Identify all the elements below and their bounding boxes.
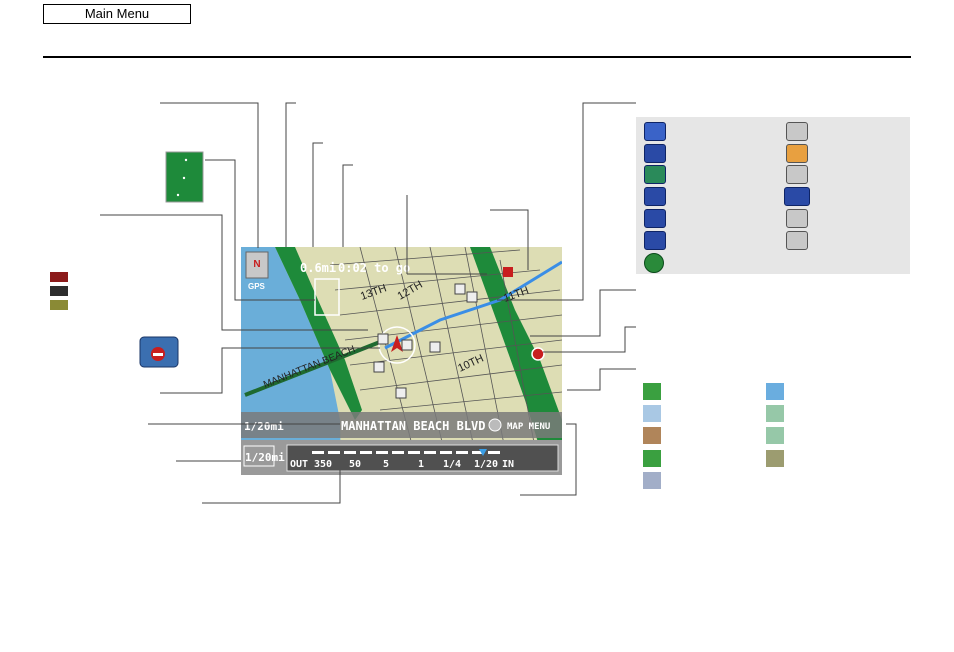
destination-flag-icon	[531, 347, 545, 361]
zoom-level-5: 1/4	[443, 459, 461, 470]
zoom-level-2: 50	[349, 459, 361, 470]
map-menu-label: MAP MENU	[507, 422, 550, 432]
map-scale-label: 1/20mi	[244, 420, 284, 433]
zoom-level-3: 5	[383, 459, 389, 470]
nav-diagram: 13TH 12TH 11TH 10TH MANHATTAN BEACH N GP…	[100, 102, 636, 504]
voice-icon	[488, 418, 502, 432]
zoom-level-6: 1/20	[474, 459, 498, 470]
distance-to-destination: 0.6mi	[300, 261, 336, 275]
zoom-out-label: OUT	[290, 459, 308, 470]
north-indicator-label: N	[253, 259, 260, 270]
time-to-destination: 0:02 to go	[338, 261, 410, 275]
zoom-in-label: IN	[502, 459, 514, 470]
waypoint-icon	[503, 267, 513, 277]
zoom-level-1: 350	[314, 459, 332, 470]
current-street-name: MANHATTAN BEACH BLVD	[341, 419, 486, 433]
zoom-level-4: 1	[418, 459, 424, 470]
gps-indicator: GPS	[248, 282, 266, 291]
zoom-scale-label: 1/20mi	[245, 451, 285, 464]
